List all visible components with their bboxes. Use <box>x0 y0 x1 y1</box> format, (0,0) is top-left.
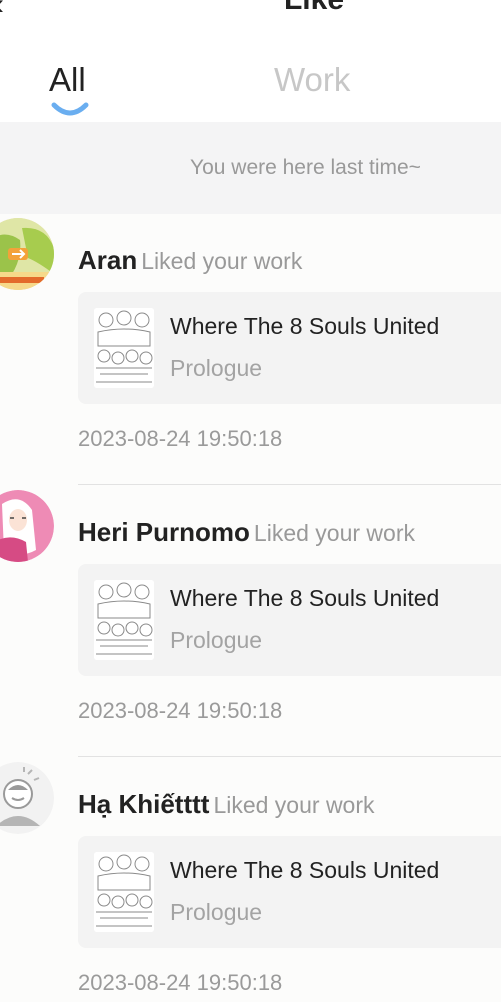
work-title: Where The 8 Souls United <box>170 585 440 611</box>
action-text: Liked your work <box>141 248 303 274</box>
last-visit-banner: You were here last time~ <box>0 122 501 214</box>
user-name[interactable]: Hạ Khiếtttt <box>78 789 209 819</box>
action-text: Liked your work <box>213 792 375 818</box>
chapter-name: Prologue <box>170 899 263 925</box>
default-avatar-icon <box>0 762 54 834</box>
chapter-name: Prologue <box>170 627 263 653</box>
tab-work[interactable]: Work <box>274 58 350 102</box>
divider <box>78 484 501 485</box>
timestamp: 2023-08-24 19:50:18 <box>78 970 283 995</box>
work-card[interactable]: Where The 8 Souls United Prologue <box>78 292 501 404</box>
tab-indicator <box>51 102 89 116</box>
last-visit-text: You were here last time~ <box>190 156 421 179</box>
notification-item[interactable]: Hạ Khiếtttt Liked your work Where The 8 S… <box>0 758 501 1002</box>
work-title: Where The 8 Souls United <box>170 857 440 883</box>
work-card[interactable]: Where The 8 Souls United Prologue <box>78 564 501 676</box>
notification-item[interactable]: Heri Purnomo Liked your work Where The 8 … <box>0 486 501 758</box>
work-card[interactable]: Where The 8 Souls United Prologue <box>78 836 501 948</box>
notification-text: Hạ Khiếtttt Liked your work <box>78 787 375 822</box>
chapter-name: Prologue <box>170 355 263 381</box>
work-thumbnail <box>94 308 154 388</box>
divider <box>78 756 501 757</box>
notification-text: Heri Purnomo Liked your work <box>78 515 415 550</box>
work-title: Where The 8 Souls United <box>170 313 440 339</box>
page-title: Like <box>0 0 501 18</box>
notification-item[interactable]: Aran Liked your work Where The 8 Souls Un… <box>0 214 501 486</box>
action-text: Liked your work <box>253 520 415 546</box>
timestamp: 2023-08-24 19:50:18 <box>78 698 283 723</box>
timestamp: 2023-08-24 19:50:18 <box>78 426 283 451</box>
notification-text: Aran Liked your work <box>78 243 302 278</box>
work-thumbnail <box>94 580 154 660</box>
avatar[interactable] <box>0 762 54 834</box>
anime-avatar-pink-icon <box>0 490 54 562</box>
user-name[interactable]: Heri Purnomo <box>78 517 250 547</box>
anime-avatar-green-icon <box>0 218 54 290</box>
user-name[interactable]: Aran <box>78 245 137 275</box>
avatar[interactable] <box>0 490 54 562</box>
avatar[interactable] <box>0 218 54 290</box>
tab-all[interactable]: All <box>49 58 86 102</box>
header: ‹ Like All Work <box>0 0 501 122</box>
work-thumbnail <box>94 852 154 932</box>
